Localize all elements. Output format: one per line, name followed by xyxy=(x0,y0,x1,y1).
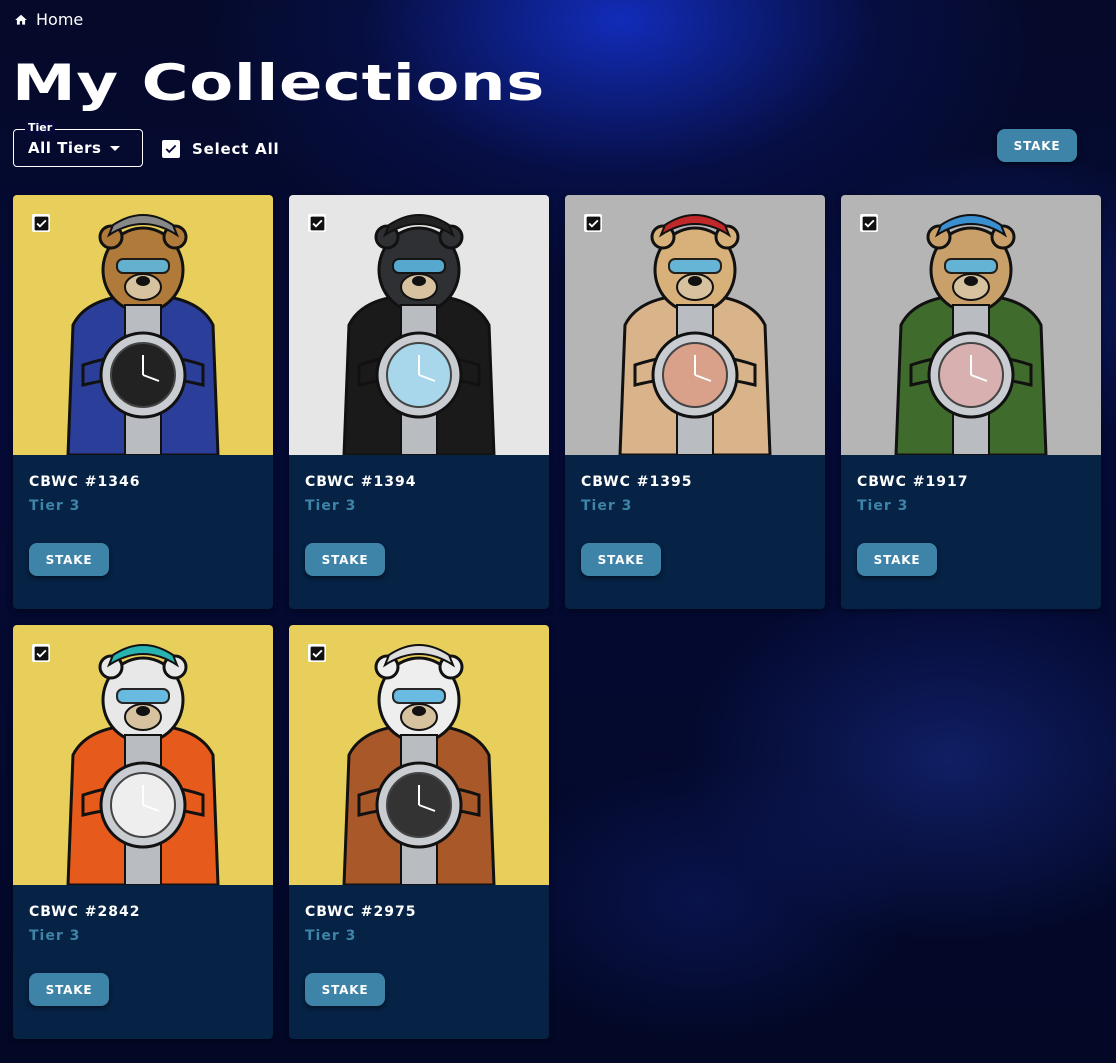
card-checkbox[interactable] xyxy=(32,214,50,232)
home-icon xyxy=(15,14,27,25)
breadcrumb[interactable]: Home xyxy=(14,10,83,29)
checkbox-checked-icon xyxy=(310,216,324,230)
card-checkbox[interactable] xyxy=(32,644,50,662)
nft-name: CBWC #2975 xyxy=(305,904,417,920)
nft-tier: Tier 3 xyxy=(305,928,357,944)
nft-card[interactable]: CBWC #1394 Tier 3 STAKE xyxy=(289,195,549,609)
card-checkbox[interactable] xyxy=(308,214,326,232)
stake-button[interactable]: STAKE xyxy=(857,543,937,576)
nft-tier: Tier 3 xyxy=(305,498,357,514)
checkbox-checked-icon xyxy=(586,216,600,230)
nft-card[interactable]: CBWC #2975 Tier 3 STAKE xyxy=(289,625,549,1039)
select-all-checkbox[interactable]: Select All xyxy=(162,140,279,158)
checkbox-checked-icon[interactable] xyxy=(162,140,180,158)
checkbox-checked-icon xyxy=(34,216,48,230)
nft-image xyxy=(289,195,549,455)
dropdown-arrow-icon xyxy=(109,145,120,151)
stake-button[interactable]: STAKE xyxy=(29,973,109,1006)
stake-button[interactable]: STAKE xyxy=(581,543,661,576)
stake-all-button[interactable]: STAKE xyxy=(997,129,1077,162)
nft-name: CBWC #1346 xyxy=(29,474,141,490)
stake-button[interactable]: STAKE xyxy=(305,973,385,1006)
nft-image xyxy=(565,195,825,455)
nft-image xyxy=(289,625,549,885)
nft-tier: Tier 3 xyxy=(29,498,81,514)
nft-card[interactable]: CBWC #1917 Tier 3 STAKE xyxy=(841,195,1101,609)
nft-image xyxy=(841,195,1101,455)
nft-image xyxy=(13,195,273,455)
breadcrumb-home-label[interactable]: Home xyxy=(36,10,83,29)
card-checkbox[interactable] xyxy=(860,214,878,232)
card-checkbox[interactable] xyxy=(584,214,602,232)
tier-select-legend: Tier xyxy=(25,121,56,134)
stake-button[interactable]: STAKE xyxy=(305,543,385,576)
checkbox-checked-icon xyxy=(862,216,876,230)
card-checkbox[interactable] xyxy=(308,644,326,662)
tier-select-value: All Tiers xyxy=(28,139,102,157)
nft-tier: Tier 3 xyxy=(581,498,633,514)
nft-tier: Tier 3 xyxy=(857,498,909,514)
nft-name: CBWC #1395 xyxy=(581,474,693,490)
stake-button[interactable]: STAKE xyxy=(29,543,109,576)
checkbox-checked-icon xyxy=(310,646,324,660)
nft-card[interactable]: CBWC #1346 Tier 3 STAKE xyxy=(13,195,273,609)
select-all-label: Select All xyxy=(192,140,280,158)
nft-image xyxy=(13,625,273,885)
nft-name: CBWC #2842 xyxy=(29,904,141,920)
checkbox-checked-icon xyxy=(34,646,48,660)
nft-name: CBWC #1917 xyxy=(857,474,969,490)
page-title: My Collections xyxy=(12,54,545,112)
nft-tier: Tier 3 xyxy=(29,928,81,944)
nft-card[interactable]: CBWC #1395 Tier 3 STAKE xyxy=(565,195,825,609)
nft-name: CBWC #1394 xyxy=(305,474,417,490)
tier-select[interactable]: Tier All Tiers xyxy=(13,121,143,167)
nft-card[interactable]: CBWC #2842 Tier 3 STAKE xyxy=(13,625,273,1039)
